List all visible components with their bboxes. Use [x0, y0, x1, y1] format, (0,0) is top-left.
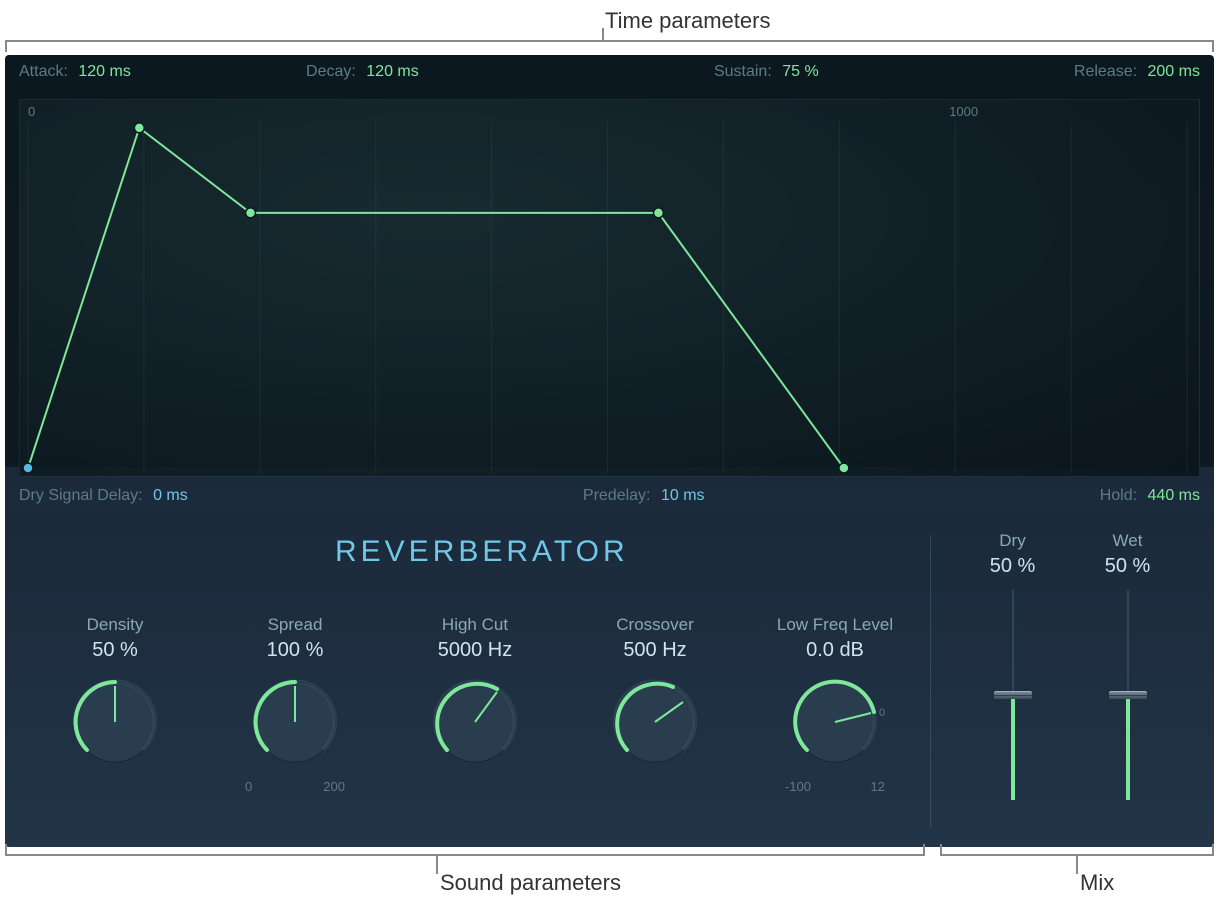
density-value: 50 % — [28, 639, 203, 662]
attack-param[interactable]: Attack: 120 ms — [19, 63, 131, 81]
spread-label: Spread — [208, 615, 383, 635]
highcut-label: High Cut — [388, 615, 563, 635]
callout-time-parameters: Time parameters — [605, 8, 770, 34]
knob-row: Density 50 % Spread 100 % — [25, 615, 925, 794]
dry-slider-block: Dry 50 % — [968, 531, 1058, 800]
crossover-knob[interactable] — [605, 672, 705, 772]
release-value: 200 ms — [1148, 63, 1200, 80]
decay-label: Decay: — [306, 63, 356, 80]
lowfreq-label: Low Freq Level — [748, 615, 923, 635]
predelay-label: Predelay: — [583, 487, 651, 504]
sound-parameters-panel: REVERBERATOR Density 50 % Spread 100 % — [5, 515, 1214, 847]
time-parameters-row: Attack: 120 ms Decay: 120 ms Sustain: 75… — [19, 63, 1200, 81]
lowfreq-range: -100 12 — [785, 779, 885, 794]
reverb-plugin-window: Attack: 120 ms Decay: 120 ms Sustain: 75… — [5, 55, 1214, 847]
lowfreq-knob-block: Low Freq Level 0.0 dB 0 -100 12 — [748, 615, 923, 794]
callout-mix: Mix — [1080, 870, 1114, 896]
svg-text:0: 0 — [879, 707, 885, 719]
mix-section: Dry 50 % Wet 50 % — [955, 531, 1185, 800]
hold-value: 440 ms — [1148, 487, 1200, 504]
delay-parameters-row: Dry Signal Delay: 0 ms Predelay: 10 ms H… — [19, 487, 1200, 505]
wet-value: 50 % — [1083, 555, 1173, 578]
callout-bracket-sound-r — [923, 844, 925, 854]
density-label: Density — [28, 615, 203, 635]
callout-bracket-top-right — [1212, 40, 1214, 52]
dry-label: Dry — [968, 531, 1058, 551]
highcut-value: 5000 Hz — [388, 639, 563, 662]
plugin-title: REVERBERATOR — [335, 535, 629, 569]
wet-label: Wet — [1083, 531, 1173, 551]
envelope-node[interactable] — [134, 123, 144, 133]
dry-slider-thumb[interactable] — [994, 691, 1032, 699]
wet-slider-thumb[interactable] — [1109, 691, 1147, 699]
wet-slider-block: Wet 50 % — [1083, 531, 1173, 800]
sustain-label: Sustain: — [714, 63, 772, 80]
wet-slider[interactable] — [1125, 590, 1131, 800]
callout-bracket-top-left — [5, 40, 7, 52]
attack-label: Attack: — [19, 63, 68, 80]
callout-bracket-mix-r — [1212, 844, 1214, 854]
panel-divider — [930, 535, 931, 827]
release-label: Release: — [1074, 63, 1137, 80]
highcut-knob-block: High Cut 5000 Hz — [388, 615, 563, 794]
envelope-node[interactable] — [23, 463, 33, 473]
envelope-node[interactable] — [839, 463, 849, 473]
envelope-node[interactable] — [246, 208, 256, 218]
callout-stem-mix — [1076, 856, 1078, 874]
spread-range: 0 200 — [245, 779, 345, 794]
density-knob[interactable] — [65, 672, 165, 772]
sustain-value: 75 % — [782, 63, 818, 80]
decay-param[interactable]: Decay: 120 ms — [306, 63, 419, 81]
spread-knob-block: Spread 100 % 0 200 — [208, 615, 383, 794]
spread-value: 100 % — [208, 639, 383, 662]
dry-signal-delay-label: Dry Signal Delay: — [19, 487, 143, 504]
callout-stem-sound — [436, 856, 438, 874]
callout-stem-top — [602, 28, 604, 40]
dry-value: 50 % — [968, 555, 1058, 578]
callout-bracket-mix-l — [940, 844, 942, 854]
envelope-node[interactable] — [653, 208, 663, 218]
spread-knob[interactable] — [245, 672, 345, 772]
callout-bracket-top — [5, 40, 1214, 42]
attack-value: 120 ms — [78, 63, 130, 80]
callout-bracket-sound — [5, 854, 925, 856]
dry-slider[interactable] — [1010, 590, 1016, 800]
predelay-value: 10 ms — [661, 487, 705, 504]
sustain-param[interactable]: Sustain: 75 % — [714, 63, 819, 81]
lowfreq-knob[interactable]: 0 — [785, 672, 885, 772]
dry-signal-delay-value: 0 ms — [153, 487, 188, 504]
predelay-param[interactable]: Predelay: 10 ms — [583, 487, 705, 505]
crossover-label: Crossover — [568, 615, 743, 635]
decay-value: 120 ms — [366, 63, 418, 80]
hold-param[interactable]: Hold: 440 ms — [1100, 487, 1200, 505]
highcut-knob[interactable] — [425, 672, 525, 772]
graph-x-max-label: 1000 — [949, 104, 978, 119]
density-knob-block: Density 50 % — [28, 615, 203, 794]
release-param[interactable]: Release: 200 ms — [1074, 63, 1200, 81]
lowfreq-value: 0.0 dB — [748, 639, 923, 662]
callout-bracket-sound-l — [5, 844, 7, 854]
graph-x-min-label: 0 — [28, 104, 35, 119]
callout-sound-parameters: Sound parameters — [440, 870, 621, 896]
dry-signal-delay-param[interactable]: Dry Signal Delay: 0 ms — [19, 487, 188, 505]
hold-label: Hold: — [1100, 487, 1137, 504]
envelope-graph[interactable]: 0 1000 — [19, 99, 1200, 477]
crossover-value: 500 Hz — [568, 639, 743, 662]
crossover-knob-block: Crossover 500 Hz — [568, 615, 743, 794]
